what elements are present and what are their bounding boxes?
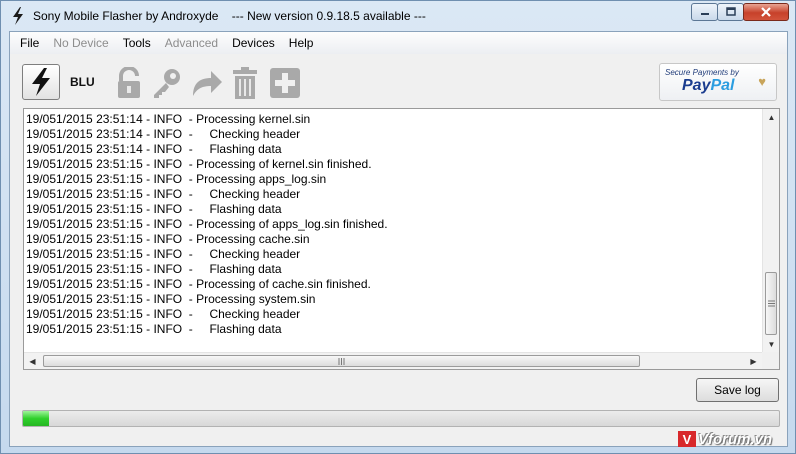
progress-bar bbox=[22, 410, 780, 427]
flash-button[interactable] bbox=[22, 64, 60, 100]
title-bar[interactable]: Sony Mobile Flasher by Androxyde --- New… bbox=[1, 1, 795, 31]
log-line: 19/051/2015 23:51:15 - INFO - Processing… bbox=[26, 232, 310, 246]
watermark: V Vforum.vn bbox=[678, 429, 793, 449]
menu-advanced[interactable]: Advanced bbox=[165, 36, 218, 50]
grip-icon bbox=[767, 300, 775, 307]
log-line: 19/051/2015 23:51:15 - INFO - Processing… bbox=[26, 217, 388, 231]
app-lightning-icon bbox=[13, 7, 23, 25]
redo-button[interactable] bbox=[189, 66, 223, 100]
paypal-donate-button[interactable]: Secure Payments by PayPal ♥ bbox=[659, 63, 777, 101]
grip-icon bbox=[338, 357, 345, 365]
scroll-left-icon[interactable]: ◀ bbox=[24, 353, 41, 370]
key-button[interactable] bbox=[149, 66, 183, 100]
vertical-scrollbar[interactable]: ▲ ▼ bbox=[762, 109, 779, 352]
toolbar: BLU Secure Payments by PayPal ♥ bbox=[22, 62, 782, 104]
window-controls bbox=[691, 3, 789, 21]
scrollbar-corner bbox=[762, 352, 779, 369]
log-line: 19/051/2015 23:51:15 - INFO - Processing… bbox=[26, 277, 371, 291]
minimize-button[interactable] bbox=[691, 3, 718, 21]
log-line: 19/051/2015 23:51:14 - INFO - Processing… bbox=[26, 112, 311, 126]
redo-arrow-icon bbox=[193, 71, 222, 96]
log-line: 19/051/2015 23:51:15 - INFO - Processing… bbox=[26, 157, 372, 171]
scroll-up-icon[interactable]: ▲ bbox=[763, 109, 780, 125]
menu-bar: File No Device Tools Advanced Devices He… bbox=[10, 32, 787, 54]
trash-button[interactable] bbox=[228, 66, 262, 100]
log-line: 19/051/2015 23:51:15 - INFO - Checking h… bbox=[26, 307, 301, 321]
menu-help[interactable]: Help bbox=[289, 36, 314, 50]
log-line: 19/051/2015 23:51:15 - INFO - Checking h… bbox=[26, 247, 301, 261]
scroll-down-icon[interactable]: ▼ bbox=[763, 336, 780, 352]
client-area: File No Device Tools Advanced Devices He… bbox=[9, 31, 788, 447]
menu-file[interactable]: File bbox=[20, 36, 39, 50]
trash-icon bbox=[233, 67, 257, 99]
horizontal-scroll-thumb[interactable] bbox=[43, 355, 640, 367]
scroll-right-icon[interactable]: ▶ bbox=[745, 353, 762, 370]
horizontal-scrollbar[interactable]: ◀ ▶ bbox=[24, 352, 762, 369]
log-line: 19/051/2015 23:51:14 - INFO - Checking h… bbox=[26, 127, 301, 141]
paypal-logo: PayPal bbox=[682, 77, 735, 94]
close-icon bbox=[761, 7, 771, 17]
menu-no-device[interactable]: No Device bbox=[53, 36, 108, 50]
menu-tools[interactable]: Tools bbox=[123, 36, 151, 50]
log-line: 19/051/2015 23:51:15 - INFO - Checking h… bbox=[26, 187, 301, 201]
log-line: 19/051/2015 23:51:14 - INFO - Flashing d… bbox=[26, 142, 282, 156]
maximize-button[interactable] bbox=[717, 3, 744, 21]
device-label: BLU bbox=[70, 75, 95, 89]
save-log-button[interactable]: Save log bbox=[696, 378, 779, 402]
heart-icon: ♥ bbox=[758, 74, 766, 89]
unlock-button[interactable] bbox=[112, 66, 146, 100]
app-window: Sony Mobile Flasher by Androxyde --- New… bbox=[0, 0, 796, 454]
log-line: 19/051/2015 23:51:15 - INFO - Flashing d… bbox=[26, 202, 282, 216]
minimize-icon bbox=[700, 13, 709, 15]
log-line: 19/051/2015 23:51:15 - INFO - Processing… bbox=[26, 292, 316, 306]
log-line: 19/051/2015 23:51:15 - INFO - Flashing d… bbox=[26, 322, 282, 336]
key-icon bbox=[154, 69, 180, 98]
log-line: 19/051/2015 23:51:15 - INFO - Flashing d… bbox=[26, 262, 282, 276]
menu-devices[interactable]: Devices bbox=[232, 36, 275, 50]
vertical-scroll-thumb[interactable] bbox=[765, 272, 777, 335]
close-button[interactable] bbox=[743, 3, 789, 21]
watermark-logo: V bbox=[678, 431, 696, 447]
lightning-bolt-icon bbox=[32, 68, 50, 96]
progress-fill bbox=[23, 411, 50, 426]
unlock-icon bbox=[118, 67, 140, 98]
log-panel[interactable]: 19/051/2015 23:51:14 - INFO - Processing… bbox=[23, 108, 780, 370]
add-button[interactable] bbox=[268, 66, 302, 100]
log-line: 19/051/2015 23:51:15 - INFO - Processing… bbox=[26, 172, 327, 186]
log-text: 19/051/2015 23:51:14 - INFO - Processing… bbox=[26, 112, 760, 352]
paypal-tagline: Secure Payments by bbox=[665, 68, 739, 77]
window-title: Sony Mobile Flasher by Androxyde --- New… bbox=[33, 9, 426, 23]
watermark-text: Vforum.vn bbox=[698, 430, 773, 448]
maximize-icon bbox=[725, 7, 736, 16]
plus-icon bbox=[270, 68, 300, 98]
